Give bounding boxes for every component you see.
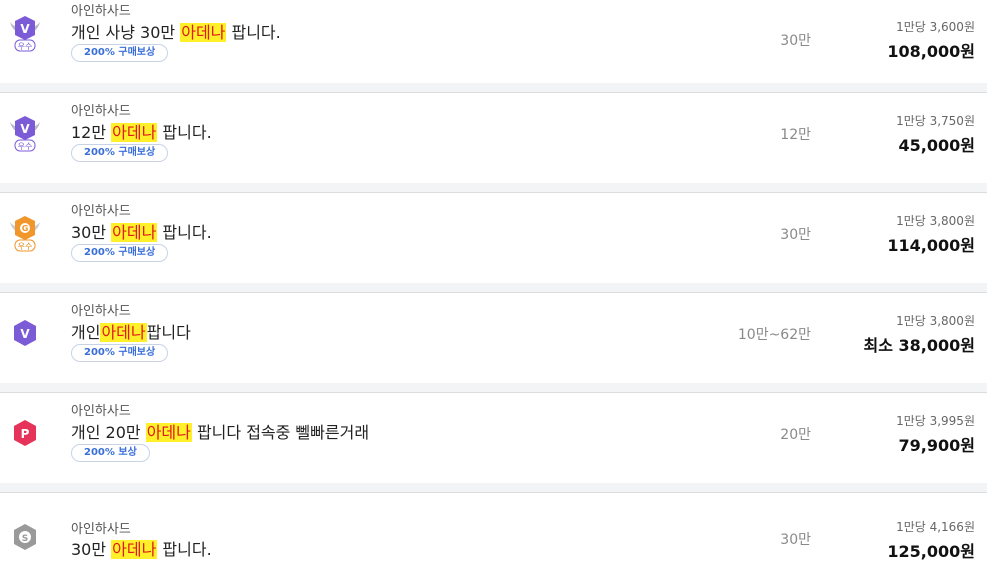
unit-price: 1만당 3,800원	[896, 314, 975, 328]
reward-tag: 200% 구매보상	[71, 244, 169, 262]
unit-price: 1만당 3,600원	[896, 20, 975, 34]
title-highlight: 아데나	[111, 540, 158, 559]
listing-title[interactable]: 12만 아데나 팝니다.	[71, 119, 212, 143]
listing-title[interactable]: 개인아데나팝니다	[71, 319, 191, 343]
listing-title[interactable]: 개인 20만 아데나 팝니다 접속중 뻴빠른거래	[71, 419, 369, 443]
listing-row[interactable]: P 아인하사드 개인 20만 아데나 팝니다 접속중 뻴빠른거래 200% 보상…	[0, 394, 987, 484]
title-highlight: 아데나	[145, 423, 192, 442]
badge-letter: V	[20, 22, 30, 36]
quantity: 30만	[780, 227, 811, 243]
listing-row[interactable]: G 우수 아인하사드 30만 아데나 팝니다. 200% 구매보상 30만 1만…	[0, 194, 987, 284]
title-suffix: 팝니다.	[157, 223, 212, 242]
title-prefix: 30만	[71, 540, 112, 559]
v-grade-icon: V	[8, 310, 42, 354]
listing-row[interactable]: V 우수 아인하사드 12만 아데나 팝니다. 200% 구매보상 12만 1만…	[0, 94, 987, 184]
listing-title[interactable]: 개인 사냥 30만 아데나 팝니다.	[71, 19, 281, 43]
title-prefix: 개인	[71, 323, 101, 342]
reward-tag: 200% 구매보상	[71, 344, 169, 362]
unit-price: 1만당 3,995원	[896, 414, 975, 428]
badge-letter: V	[20, 327, 30, 341]
server-name: 아인하사드	[71, 204, 131, 219]
reward-tag: 200% 구매보상	[71, 144, 169, 162]
badge-letter: G	[22, 224, 29, 233]
v-grade-winged-icon: V 우수	[8, 110, 42, 154]
title-prefix: 12만	[71, 123, 112, 142]
title-suffix: 팝니다 접속중 뻴빠른거래	[191, 423, 370, 442]
title-highlight: 아데나	[111, 123, 158, 142]
unit-price: 1만당 4,166원	[896, 520, 975, 534]
title-prefix: 개인 20만	[71, 423, 146, 442]
title-highlight: 아데나	[180, 23, 227, 42]
server-name: 아인하사드	[71, 4, 131, 19]
badge-letter: P	[21, 427, 30, 441]
total-price: 79,900원	[898, 436, 975, 455]
listing-row[interactable]: V 우수 아인하사드 개인 사냥 30만 아데나 팝니다. 200% 구매보상 …	[0, 0, 987, 84]
unit-price: 1만당 3,750원	[896, 114, 975, 128]
total-price: 최소 38,000원	[863, 336, 975, 355]
listing-row[interactable]: S 아인하사드 30만 아데나 팝니다. 30만 1만당 4,166원 125,…	[0, 494, 987, 569]
server-name: 아인하사드	[71, 404, 131, 419]
badge-grade: 우수	[18, 242, 33, 251]
quantity: 30만	[780, 532, 811, 548]
quantity: 10만~62만	[737, 327, 811, 343]
quantity: 12만	[780, 127, 811, 143]
unit-price: 1만당 3,800원	[896, 214, 975, 228]
listing-row[interactable]: V 아인하사드 개인아데나팝니다 200% 구매보상 10만~62만 1만당 3…	[0, 294, 987, 384]
total-price: 125,000원	[887, 542, 975, 561]
g-grade-winged-icon: G 우수	[8, 210, 42, 254]
badge-grade: 우수	[18, 42, 33, 51]
badge-letter: V	[20, 122, 30, 136]
title-highlight: 아데나	[111, 223, 158, 242]
total-price: 45,000원	[898, 136, 975, 155]
badge-grade: 우수	[18, 142, 33, 151]
badge-letter: S	[22, 534, 28, 544]
row-divider	[0, 283, 987, 293]
title-suffix: 팝니다.	[157, 540, 212, 559]
s-grade-icon: S	[8, 520, 42, 564]
title-prefix: 개인 사냥 30만	[71, 23, 181, 42]
title-highlight: 아데나	[100, 323, 147, 342]
row-divider	[0, 83, 987, 93]
row-divider	[0, 383, 987, 393]
server-name: 아인하사드	[71, 104, 131, 119]
v-grade-winged-icon: V 우수	[8, 10, 42, 54]
server-name: 아인하사드	[71, 522, 131, 537]
row-divider	[0, 483, 987, 493]
title-suffix: 팝니다.	[157, 123, 212, 142]
title-suffix: 팝니다.	[226, 23, 281, 42]
total-price: 108,000원	[887, 42, 975, 61]
listing-title[interactable]: 30만 아데나 팝니다.	[71, 536, 212, 560]
server-name: 아인하사드	[71, 304, 131, 319]
title-prefix: 30만	[71, 223, 112, 242]
quantity: 30만	[780, 33, 811, 49]
quantity: 20만	[780, 427, 811, 443]
reward-tag: 200% 보상	[71, 444, 150, 462]
title-suffix: 팝니다	[146, 323, 191, 342]
row-divider	[0, 183, 987, 193]
total-price: 114,000원	[887, 236, 975, 255]
listing-title[interactable]: 30만 아데나 팝니다.	[71, 219, 212, 243]
reward-tag: 200% 구매보상	[71, 44, 169, 62]
p-grade-icon: P	[8, 410, 42, 454]
